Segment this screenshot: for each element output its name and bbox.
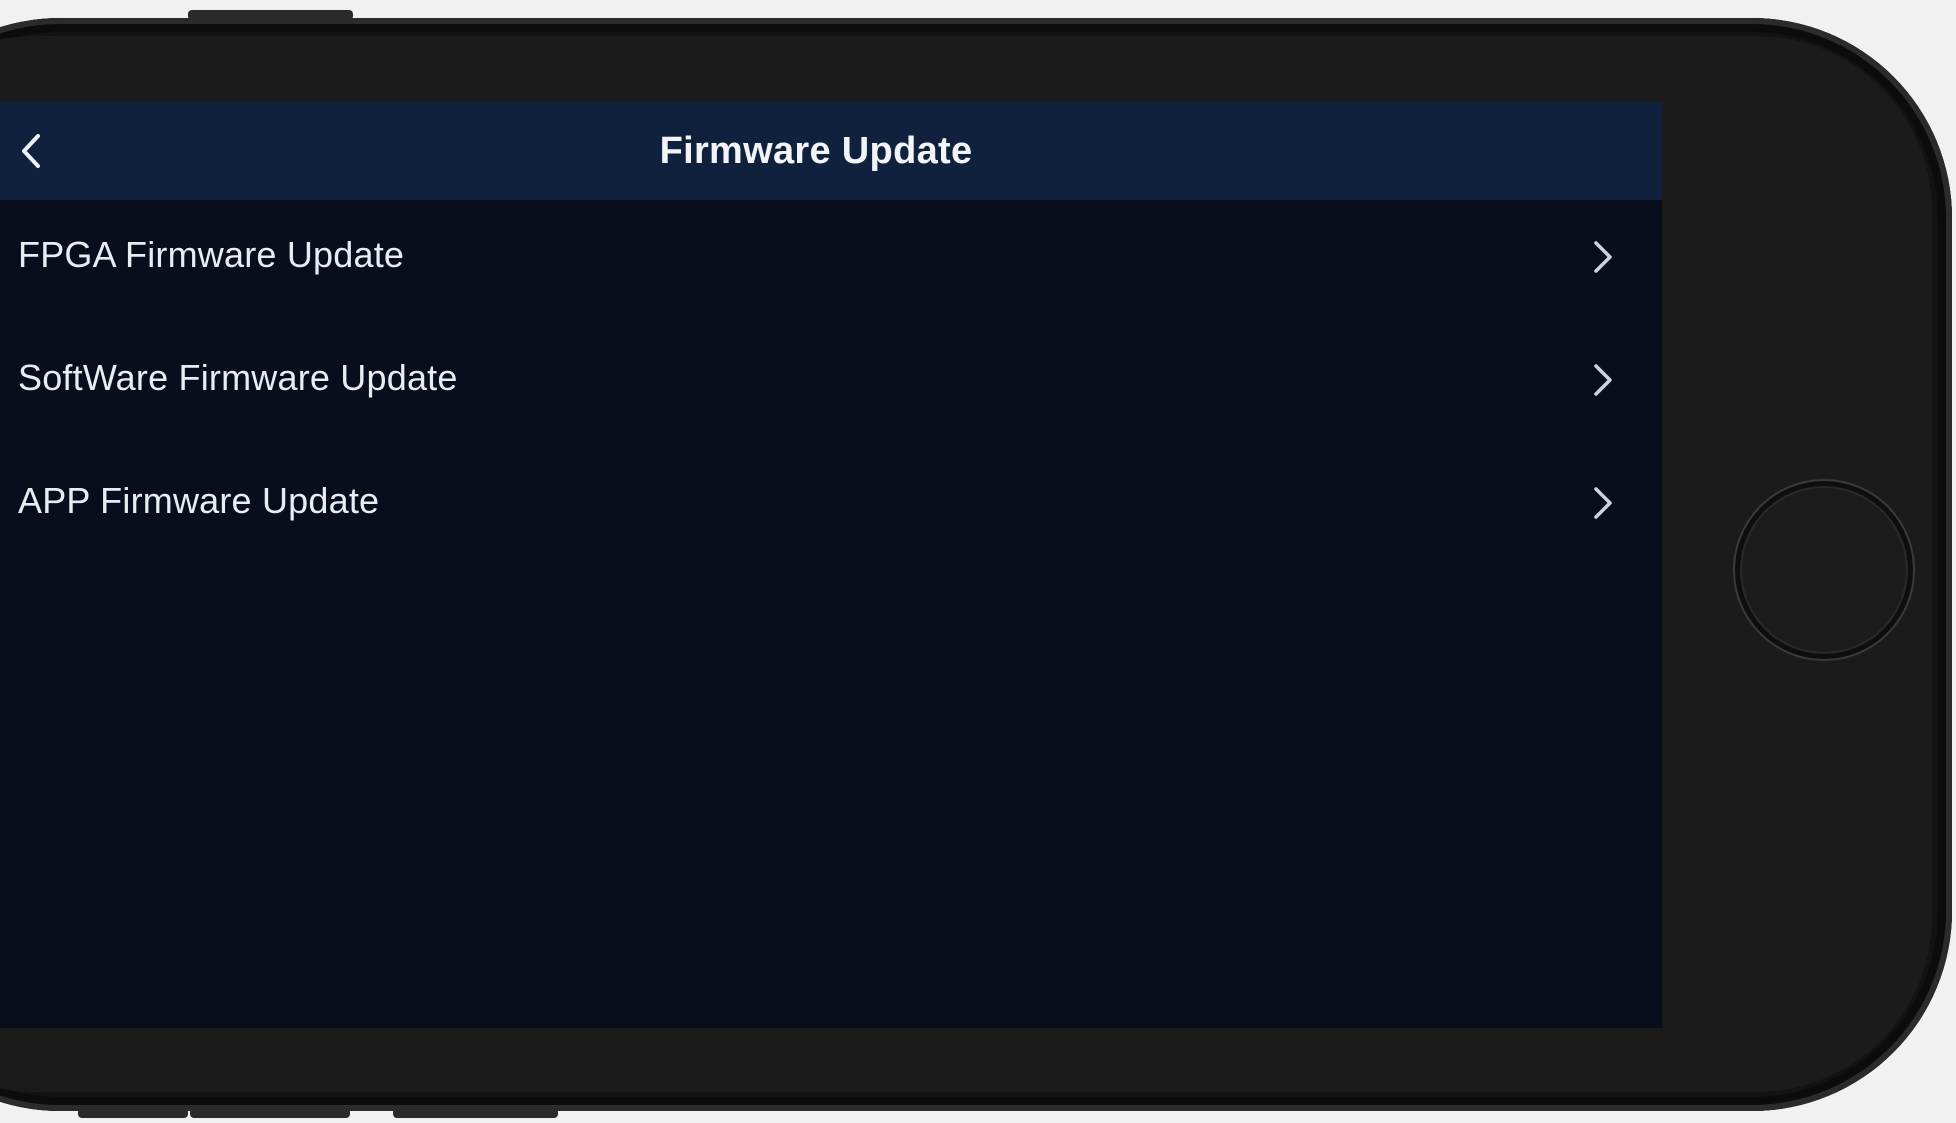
- firmware-menu: FPGA Firmware Update SoftWare Firmware U…: [0, 200, 1662, 569]
- menu-item-label: FPGA Firmware Update: [18, 234, 405, 275]
- menu-item-label: SoftWare Firmware Update: [18, 357, 458, 398]
- menu-item-label: APP Firmware Update: [18, 480, 380, 521]
- device-stage: Firmware Update FPGA Firmware Update Sof…: [0, 0, 1956, 1123]
- menu-item-fpga-firmware-update[interactable]: FPGA Firmware Update: [0, 200, 1662, 323]
- chevron-right-icon: [1588, 355, 1618, 405]
- navigation-bar: Firmware Update: [0, 102, 1662, 200]
- menu-item-software-firmware-update[interactable]: SoftWare Firmware Update: [0, 323, 1662, 446]
- chevron-right-icon: [1588, 478, 1618, 528]
- menu-item-app-firmware-update[interactable]: APP Firmware Update: [0, 446, 1662, 569]
- home-button[interactable]: [1735, 481, 1913, 659]
- chevron-right-icon: [1588, 232, 1618, 282]
- app-screen: Firmware Update FPGA Firmware Update Sof…: [0, 102, 1662, 1028]
- page-title: Firmware Update: [659, 130, 973, 172]
